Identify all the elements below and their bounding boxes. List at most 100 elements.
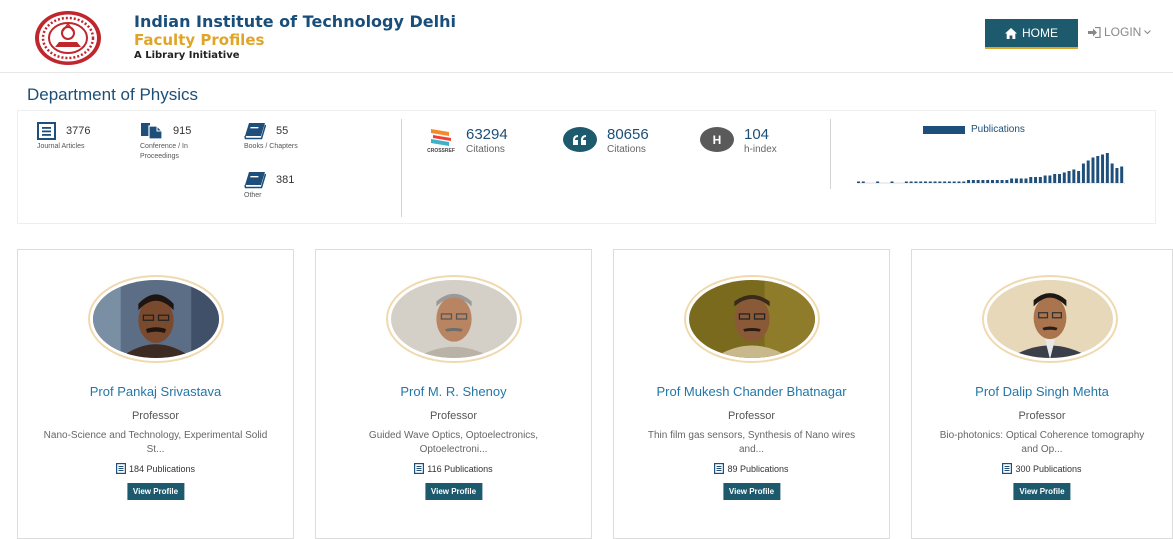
faculty-name[interactable]: Prof Pankaj Srivastava: [18, 384, 293, 399]
chart-bar: [1058, 174, 1061, 183]
crossref-logo: CROSSREF: [426, 127, 456, 154]
publications-chart: [857, 153, 1125, 184]
crossref-citation-label: Citations: [466, 144, 505, 155]
chart-bar: [1019, 178, 1023, 183]
book-icon: [244, 123, 266, 140]
faculty-designation: Professor: [727, 410, 776, 422]
faculty-name[interactable]: Prof Mukesh Chander Bhatnagar: [614, 384, 889, 399]
publication-count-label: 116 Publications: [427, 463, 493, 474]
chart-bar: [1091, 157, 1095, 183]
tagline: A Library Initiative: [134, 50, 240, 61]
faculty-interests: Thin film gas sensors, Synthesis of Nano…: [647, 430, 856, 455]
crossref-citations-stat[interactable]: CROSSREF 63294 Citations: [426, 127, 508, 156]
chart-bar: [1101, 154, 1105, 183]
faculty-interests: Guided Wave Optics, Optoelectronics, Opt…: [368, 430, 539, 455]
h-index-label: h-index: [744, 144, 777, 155]
publication-count[interactable]: 300 Publications: [912, 463, 1172, 474]
chart-bar: [947, 181, 951, 183]
faculty-designation: Professor: [131, 410, 180, 422]
chart-bar: [890, 181, 894, 183]
brand[interactable]: Indian Institute of Technology Delhi Fac…: [134, 12, 456, 63]
chart-bar: [1000, 180, 1004, 183]
conference-count: 915: [173, 125, 192, 137]
login-menu[interactable]: LOGIN: [1088, 25, 1152, 39]
google-citation-count: 80656: [607, 126, 649, 143]
chart-bar: [857, 181, 860, 183]
chart-bar: [928, 181, 932, 183]
other-stat[interactable]: 381 Other: [244, 171, 316, 201]
conference-label: Conference / In Proceedings: [140, 143, 188, 160]
chart-bar: [1081, 163, 1085, 183]
books-stat[interactable]: 55 Books / Chapters: [244, 122, 316, 152]
document-icon: [115, 463, 126, 474]
chart-bar: [1043, 175, 1047, 183]
chart-bar: [1034, 177, 1038, 183]
chart-bar: [914, 181, 918, 183]
publication-count[interactable]: 116 Publications: [316, 463, 591, 474]
chart-bar: [981, 180, 985, 183]
view-profile-button[interactable]: View Profile: [1013, 483, 1071, 500]
faculty-card: Prof M. R. Shenoy Professor Guided Wave …: [315, 249, 592, 539]
faculty-name[interactable]: Prof Dalip Singh Mehta: [912, 384, 1172, 399]
faculty-photo[interactable]: [386, 275, 522, 363]
chart-bar: [909, 181, 913, 183]
h-index-stat[interactable]: H 104 h-index: [700, 127, 777, 156]
books-count: 55: [276, 125, 289, 137]
chart-bar: [1029, 177, 1033, 183]
copy-icon: [141, 123, 163, 140]
publication-count-label: 89 Publications: [727, 463, 789, 474]
chart-bar: [1053, 174, 1057, 183]
view-profile-button[interactable]: View Profile: [424, 483, 483, 500]
chart-bar: [943, 181, 947, 183]
chart-bar: [995, 180, 999, 183]
faculty-interests: Bio-photonics: Optical Coherence tomogra…: [939, 430, 1145, 455]
faculty-card: Prof Dalip Singh Mehta Professor Bio-pho…: [911, 249, 1173, 539]
faculty-photo[interactable]: [982, 275, 1118, 363]
view-profile-button[interactable]: View Profile: [722, 483, 781, 500]
legend-swatch: [923, 125, 965, 134]
portrait-image: [689, 280, 815, 358]
chart-bar: [904, 181, 908, 183]
portal-name: Faculty Profiles: [134, 31, 265, 49]
iit-delhi-emblem-icon[interactable]: [33, 9, 103, 67]
home-icon: [1005, 27, 1017, 39]
chart-bar: [933, 181, 937, 183]
view-profile-button[interactable]: View Profile: [126, 483, 185, 500]
publication-count[interactable]: 89 Publications: [614, 463, 889, 474]
chart-bar: [876, 181, 880, 183]
legend-label: Publications: [971, 124, 1025, 135]
conference-stat[interactable]: 915 Conference / In Proceedings: [140, 122, 212, 162]
publication-count[interactable]: 184 Publications: [18, 463, 293, 474]
journal-articles-stat[interactable]: 3776 Journal Articles: [37, 122, 109, 152]
department-title: Department of Physics: [27, 85, 199, 104]
chart-bar: [1038, 177, 1042, 183]
chart-bar: [1062, 172, 1066, 183]
faculty-name[interactable]: Prof M. R. Shenoy: [316, 384, 591, 399]
document-icon: [37, 122, 56, 140]
chart-bar: [1014, 178, 1018, 183]
document-icon: [714, 463, 725, 474]
faculty-photo[interactable]: [684, 275, 820, 363]
chart-bar: [1120, 166, 1124, 183]
chart-bar: [976, 180, 980, 183]
document-icon: [414, 463, 425, 474]
login-label: LOGIN: [1104, 25, 1142, 39]
home-button[interactable]: HOME: [985, 19, 1078, 49]
portrait-image: [93, 280, 219, 358]
faculty-photo[interactable]: [88, 275, 224, 363]
other-count: 381: [276, 174, 295, 186]
chart-bar: [991, 180, 994, 183]
chart-bar: [967, 180, 971, 183]
google-citations-stat[interactable]: 80656 Citations: [563, 127, 649, 156]
chart-bar: [919, 181, 923, 183]
chevron-down-icon: [1144, 29, 1152, 34]
chart-bar: [1077, 171, 1081, 183]
chart-bar: [957, 181, 961, 183]
chart-bar: [1067, 171, 1071, 183]
faculty-card: Prof Pankaj Srivastava Professor Nano-Sc…: [17, 249, 294, 539]
chart-bar: [986, 180, 990, 183]
chart-bar: [1086, 160, 1090, 183]
journal-articles-count: 3776: [66, 125, 91, 137]
faculty-designation: Professor: [429, 410, 478, 422]
faculty-card: Prof Mukesh Chander Bhatnagar Professor …: [613, 249, 890, 539]
